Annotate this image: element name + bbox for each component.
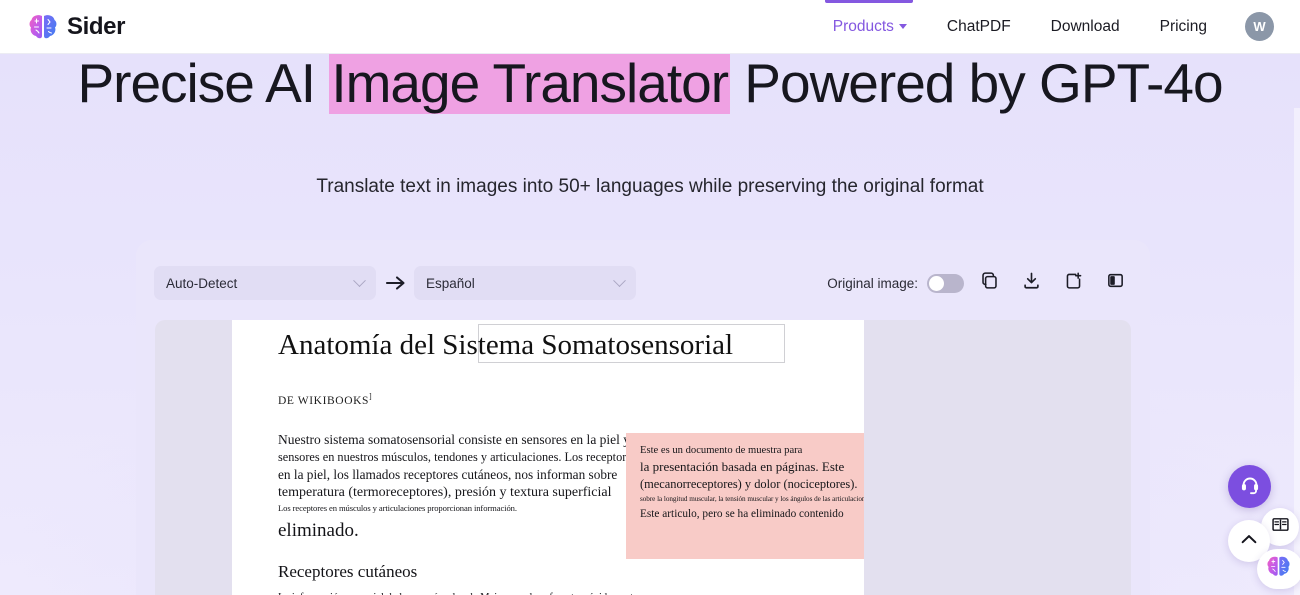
site-header: Sider Products ChatPDF Download Pricing …: [0, 0, 1300, 54]
target-language-value: Español: [426, 275, 475, 291]
support-chat-button[interactable]: [1228, 465, 1271, 508]
split-view-icon: [1106, 271, 1125, 295]
headset-support-icon: [1239, 473, 1261, 500]
note-line: Este es un documento de muestra para: [640, 445, 803, 456]
document-source-text: DE WIKIBOOKS: [278, 394, 369, 407]
brand-logo-link[interactable]: Sider: [28, 13, 125, 41]
page-title: Precise AI Image Translator Powered by G…: [0, 54, 1300, 114]
title-part-1: Precise AI: [77, 54, 330, 114]
original-image-label: Original image:: [827, 275, 918, 291]
chevron-up-icon: [1239, 531, 1259, 552]
copy-button[interactable]: [973, 268, 1006, 298]
eliminado-text: eliminado.: [278, 520, 359, 541]
chevron-down-icon: [613, 273, 626, 287]
document-note-box: Este es un documento de muestra para la …: [626, 433, 864, 559]
arrow-right-icon: [384, 272, 408, 294]
translator-panel: Auto-Detect Español Original image: Anat…: [136, 240, 1150, 595]
page-root: Sider Products ChatPDF Download Pricing …: [0, 0, 1300, 595]
book-icon: [1271, 515, 1290, 539]
paragraph-line: Nuestro sistema somatosensorial consiste…: [278, 432, 631, 447]
brain-logo-icon: [1267, 555, 1291, 583]
title-highlight: Image Translator: [329, 54, 731, 114]
title-part-2: Powered by GPT-4o: [730, 54, 1223, 114]
document-source-marker: ]: [369, 392, 373, 401]
split-view-button[interactable]: [1099, 268, 1132, 298]
brand-name: Sider: [67, 12, 126, 40]
note-line: sobre la longitud muscular, la tensión m…: [640, 495, 864, 503]
paragraph-line: Los receptores en músculos y articulacio…: [278, 503, 517, 513]
hero-section: Precise AI Image Translator Powered by G…: [0, 54, 1300, 595]
chevron-down-icon: [898, 24, 907, 29]
toggle-knob: [929, 275, 944, 291]
export-button[interactable]: [1057, 268, 1090, 298]
sider-launcher-button[interactable]: [1257, 549, 1300, 589]
paragraph-line: en la piel, los llamados receptores cutá…: [278, 467, 618, 482]
note-line: la presentación basada en páginas. Este: [640, 459, 845, 474]
toolbar-actions: Original image:: [827, 266, 1132, 300]
download-button[interactable]: [1015, 268, 1048, 298]
nav-label-chatpdf: ChatPDF: [946, 17, 1011, 35]
nav-item-pricing[interactable]: Pricing: [1140, 0, 1227, 54]
document-viewer[interactable]: Anatomía del Sistema Somatosensorial DE …: [155, 320, 1131, 595]
download-icon: [1022, 271, 1041, 295]
nav-item-download[interactable]: Download: [1031, 0, 1140, 54]
source-language-select[interactable]: Auto-Detect: [154, 266, 376, 300]
active-nav-indicator: [824, 0, 913, 3]
copy-icon: [980, 271, 999, 295]
nav-item-products[interactable]: Products: [813, 0, 927, 54]
page-subtitle: Translate text in images into 50+ langua…: [316, 176, 984, 197]
document-source: DE WIKIBOOKS]: [278, 392, 372, 407]
nav-label-download: Download: [1050, 17, 1120, 35]
export-icon: [1064, 271, 1083, 295]
translated-document-page: Anatomía del Sistema Somatosensorial DE …: [232, 320, 864, 595]
avatar[interactable]: W: [1245, 12, 1274, 41]
document-title: Anatomía del Sistema Somatosensorial: [278, 329, 734, 361]
section-heading: Receptores cutáneos: [278, 562, 418, 581]
paragraph-line: sensores en nuestros músculos, tendones …: [278, 450, 637, 464]
document-paragraph: Nuestro sistema somatosensorial consiste…: [278, 432, 637, 513]
note-line: Este articulo, pero se ha eliminado cont…: [640, 508, 844, 520]
translator-toolbar: Auto-Detect Español Original image:: [136, 266, 1150, 306]
nav-label-pricing: Pricing: [1159, 17, 1207, 35]
brain-logo-icon: [28, 13, 58, 41]
note-line: (mecanorreceptores) y dolor (nociceptore…: [640, 477, 858, 491]
chevron-down-icon: [353, 273, 366, 287]
source-language-value: Auto-Detect: [166, 275, 238, 291]
target-language-select[interactable]: Español: [414, 266, 636, 300]
nav-item-chatpdf[interactable]: ChatPDF: [927, 0, 1031, 54]
nav-label-products: Products: [832, 17, 894, 35]
main-nav: Products ChatPDF Download Pricing W: [813, 0, 1274, 54]
paragraph-line: temperatura (termoreceptores), presión y…: [278, 485, 612, 500]
original-image-toggle[interactable]: [927, 273, 964, 293]
